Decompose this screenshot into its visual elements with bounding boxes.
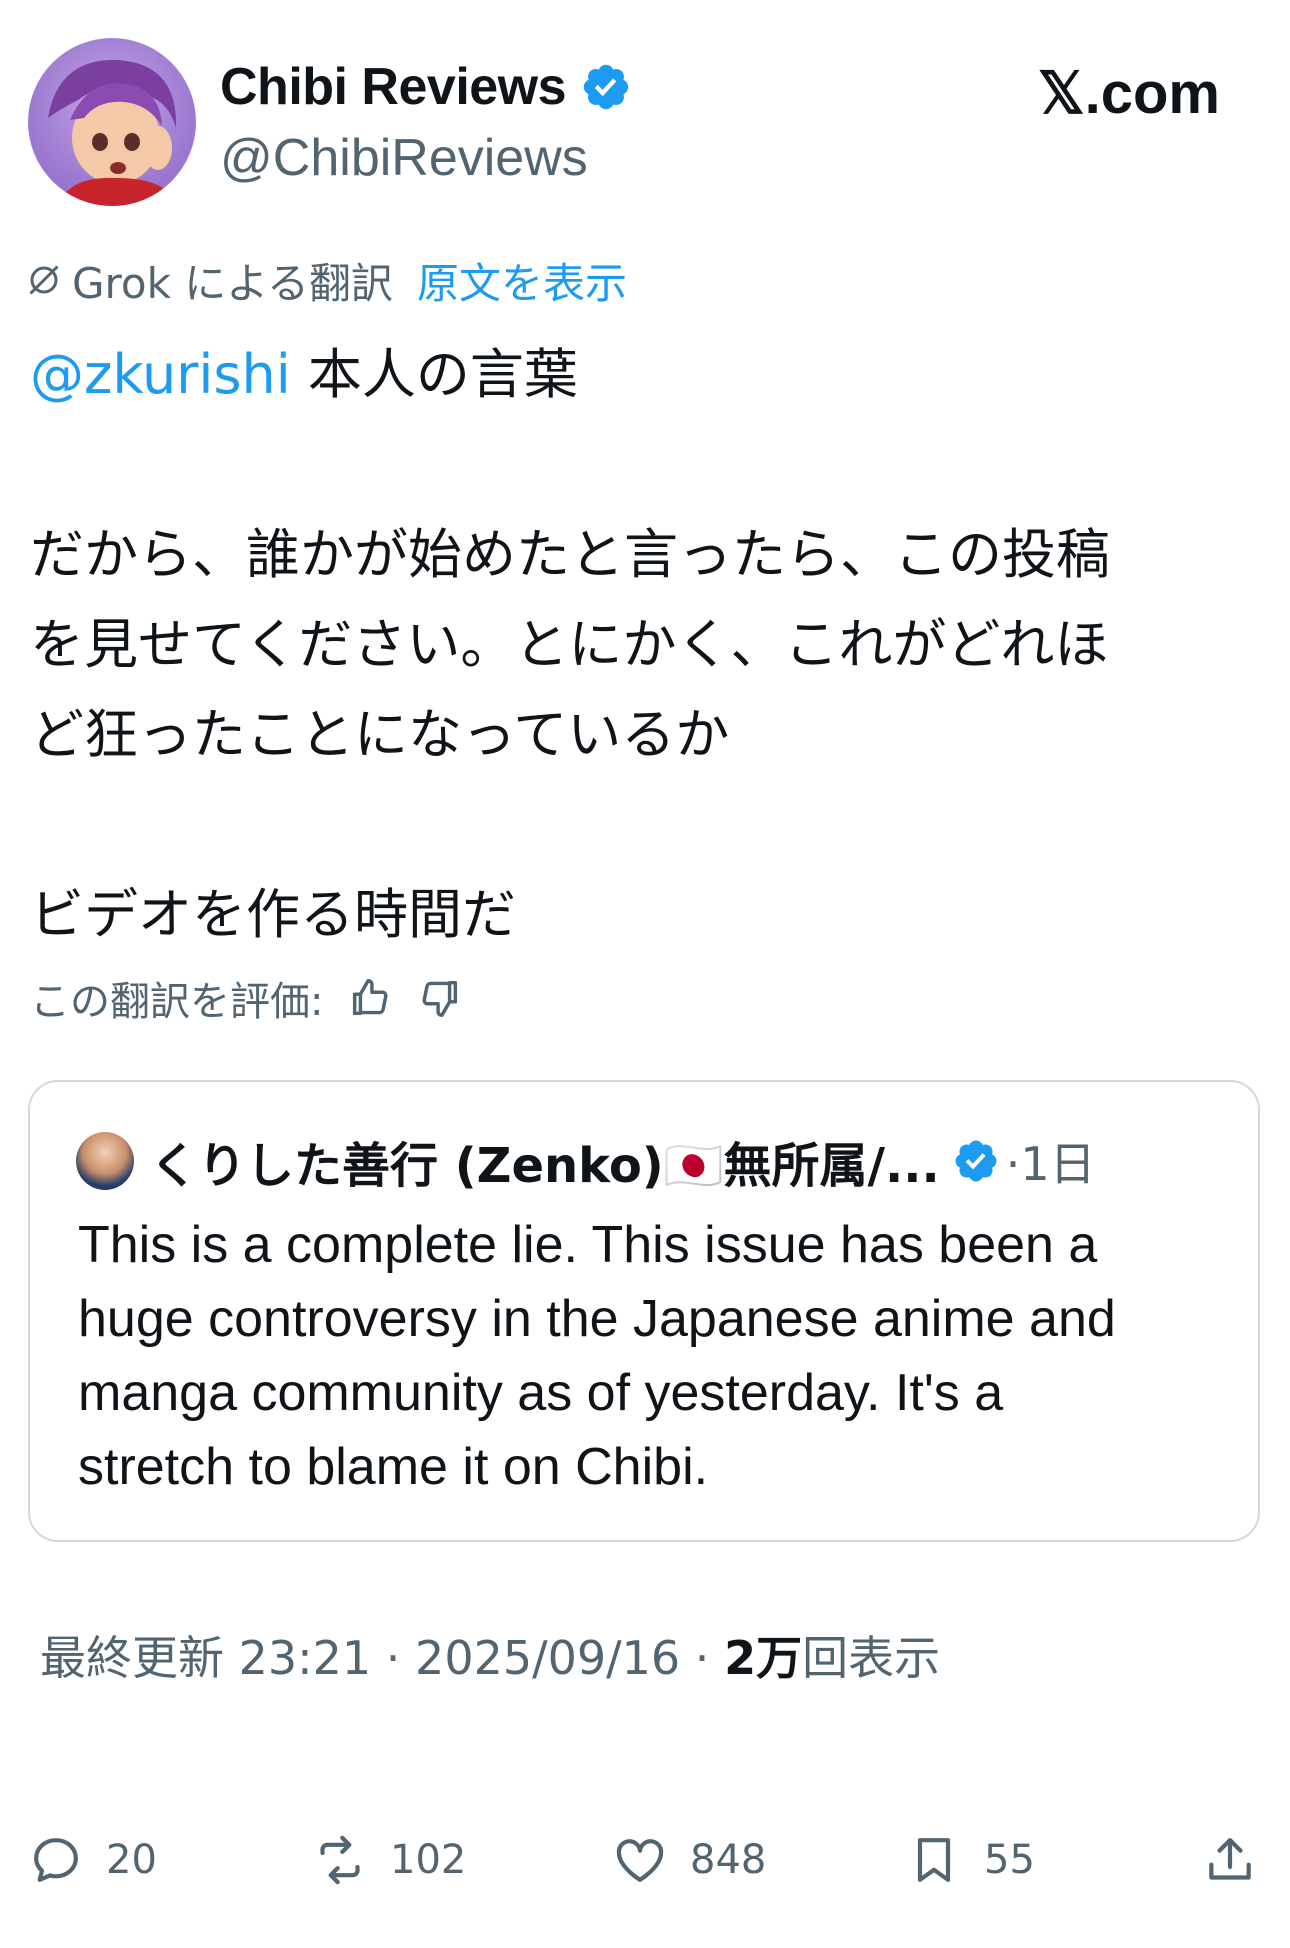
verified-badge-icon — [583, 64, 629, 110]
action-bar: 20 102 848 55 — [0, 1820, 1290, 1900]
quoted-tweet-header: くりした善行 (Zenko)🇯🇵無所属/... ·1日 — [76, 1126, 1096, 1196]
quoted-tweet-text: This is a complete lie. This issue has b… — [78, 1208, 1228, 1504]
repost-button[interactable]: 102 — [312, 1820, 466, 1900]
views-label: 回表示 — [802, 1631, 941, 1685]
share-icon — [1209, 1838, 1251, 1880]
mention-link[interactable]: @zkurishi — [30, 343, 291, 406]
tweet-line-1: @zkurishi 本人の言葉 — [30, 330, 1260, 420]
quoted-text-line: manga community as of yesterday. It's a — [78, 1364, 1004, 1422]
tweet-paragraph-3: ビデオを作る時間だ — [30, 883, 516, 946]
quoted-text-line: This is a complete lie. This issue has b… — [78, 1216, 1098, 1274]
thumbs-up-icon[interactable] — [347, 975, 393, 1021]
like-button[interactable]: 848 — [612, 1820, 766, 1900]
like-count: 848 — [690, 1837, 767, 1883]
views-count: 2万 — [724, 1631, 803, 1685]
quoted-text-line: stretch to blame it on Chibi. — [78, 1438, 709, 1496]
anime-avatar-icon — [48, 59, 178, 206]
translation-label: Grok による翻訳 — [72, 258, 394, 308]
rate-translation-label: この翻訳を評価: — [30, 979, 324, 1025]
quoted-author-name[interactable]: くりした善行 (Zenko)🇯🇵無所属/... — [150, 1126, 940, 1196]
bookmark-icon — [917, 1838, 951, 1882]
tweet-paragraph-2-line-1: だから、誰かが始めたと言ったら、この投稿 — [30, 523, 1110, 586]
repost-count: 102 — [390, 1837, 467, 1883]
verified-badge-icon — [955, 1140, 997, 1182]
thumbs-down-icon[interactable] — [417, 975, 463, 1021]
rate-translation-row: この翻訳を評価: — [30, 970, 463, 1026]
timestamp: 最終更新 23:21 · 2025/09/16 · — [40, 1631, 725, 1685]
translation-row: Grok による翻訳 原文を表示 — [26, 252, 627, 308]
repost-icon — [320, 1835, 360, 1885]
reply-count: 20 — [106, 1837, 157, 1883]
quoted-text-line: huge controversy in the Japanese anime a… — [78, 1290, 1116, 1348]
bookmark-count: 55 — [984, 1837, 1035, 1883]
author-handle[interactable]: @ChibiReviews — [220, 125, 588, 191]
tweet-line-1-rest: 本人の言葉 — [307, 343, 578, 406]
site-label: 𝕏.com — [1037, 61, 1220, 126]
author-avatar[interactable] — [28, 38, 196, 206]
reply-icon — [34, 1838, 78, 1882]
tweet-meta: 最終更新 23:21 · 2025/09/16 · 2万回表示 — [40, 1625, 940, 1691]
author-display-name[interactable]: Chibi Reviews — [220, 52, 567, 122]
bookmark-button[interactable]: 55 — [906, 1820, 1035, 1900]
tweet-text: @zkurishi 本人の言葉 だから、誰かが始めたと言ったら、この投稿 を見せ… — [30, 330, 1260, 960]
grok-icon — [29, 265, 59, 295]
heart-icon — [616, 1839, 664, 1882]
author-name-row: Chibi Reviews — [220, 52, 632, 122]
quoted-tweet-time: ·1日 — [1005, 1137, 1096, 1191]
share-button[interactable] — [1202, 1820, 1280, 1900]
tweet-paragraph-2-line-2: を見せてください。とにかく、これがどれほ — [30, 613, 1109, 676]
quoted-tweet-card[interactable]: くりした善行 (Zenko)🇯🇵無所属/... ·1日 This is a co… — [28, 1080, 1260, 1542]
tweet-paragraph-2-line-3: ど狂ったことになっているか — [30, 703, 730, 766]
show-original-link[interactable]: 原文を表示 — [417, 250, 627, 311]
reply-button[interactable]: 20 — [28, 1820, 157, 1900]
quoted-author-avatar[interactable] — [76, 1132, 134, 1190]
